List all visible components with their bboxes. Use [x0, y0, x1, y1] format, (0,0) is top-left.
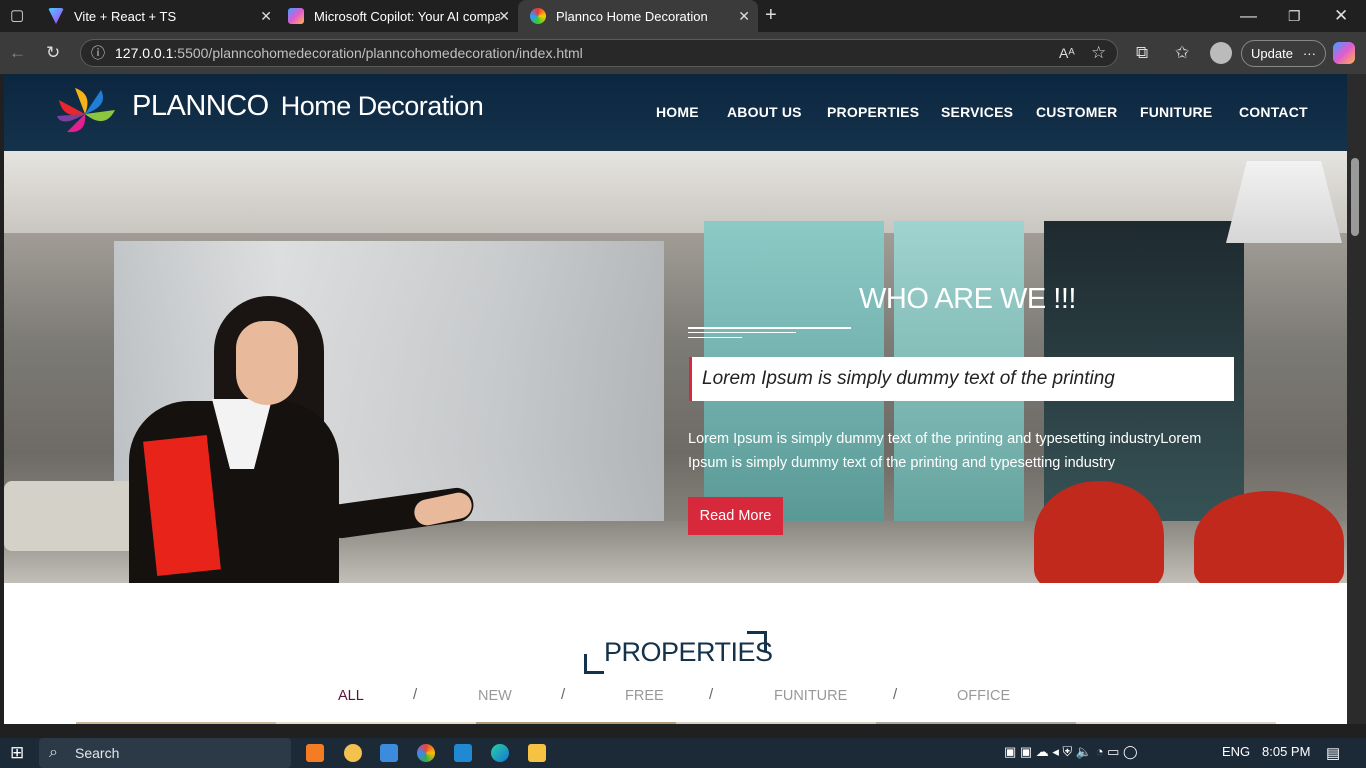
minimize-icon[interactable]: — [1240, 6, 1257, 26]
hero-description: Lorem Ipsum is simply dummy text of the … [688, 431, 1202, 471]
tab-title: Microsoft Copilot: Your AI compa [314, 8, 500, 24]
plannco-logo-icon [57, 88, 115, 133]
tab-copilot[interactable]: Microsoft Copilot: Your AI compa ✕ [276, 0, 518, 32]
vite-icon [48, 8, 64, 24]
extensions-icon[interactable]: ⧉ [1136, 43, 1148, 63]
app-icon[interactable] [344, 744, 362, 762]
close-tab-icon[interactable]: ✕ [498, 8, 510, 25]
filter-separator: / [709, 686, 714, 703]
filter-separator: / [413, 686, 418, 703]
nav-customer[interactable]: CUSTOMER [1036, 104, 1117, 120]
url-host: 127.0.0.1 [115, 45, 174, 61]
notifications-icon[interactable]: ▤ [1326, 744, 1340, 762]
close-window-icon[interactable]: ✕ [1334, 6, 1348, 26]
window-menu-icon[interactable]: ▢ [10, 6, 24, 26]
profile-avatar[interactable] [1210, 42, 1232, 64]
page-gap [0, 724, 1366, 738]
site-info-icon[interactable]: ⓘ [91, 43, 105, 63]
vscode-icon[interactable] [454, 744, 472, 762]
taskbar-search[interactable]: ⌕ Search [39, 738, 291, 768]
url-field[interactable]: ⓘ 127.0.0.1:5500/planncohomedecoration/p… [80, 39, 1118, 67]
new-tab-icon[interactable]: + [765, 5, 777, 25]
xampp-icon[interactable] [306, 744, 324, 762]
hero-woman-face [236, 321, 298, 405]
filter-separator: / [893, 686, 898, 703]
url-path: :5500/planncohomedecoration/planncohomed… [173, 45, 583, 61]
filter-separator: / [561, 686, 566, 703]
copilot-icon [288, 8, 304, 24]
properties-title: PROPERTIES [604, 637, 773, 667]
more-icon: ··· [1302, 46, 1316, 61]
brand-name[interactable]: PLANNCO Home Decoration [132, 90, 484, 123]
read-more-button[interactable]: Read More [688, 497, 783, 535]
language-indicator[interactable]: ENG [1222, 744, 1250, 759]
edge-icon[interactable] [491, 744, 509, 762]
properties-bracket-left [584, 654, 604, 674]
site-header: PLANNCO Home Decoration HOME ABOUT US PRO… [4, 74, 1347, 151]
nav-services[interactable]: SERVICES [941, 104, 1013, 120]
nav-about-us[interactable]: ABOUT US [727, 104, 802, 120]
tab-vite[interactable]: Vite + React + TS ✕ [36, 0, 280, 32]
nav-contact[interactable]: CONTACT [1239, 104, 1308, 120]
windows-start-icon[interactable]: ⊞ [10, 743, 24, 763]
clock[interactable]: 8:05 PM [1262, 744, 1310, 759]
filter-all[interactable]: ALL [338, 688, 364, 704]
search-icon: ⌕ [49, 744, 58, 761]
favorite-star-icon[interactable]: ☆ [1091, 43, 1106, 63]
hero-quote: Lorem Ipsum is simply dummy text of the … [689, 357, 1234, 401]
update-label: Update [1251, 46, 1293, 61]
favorites-icon[interactable]: ✩ [1175, 43, 1189, 63]
filter-free[interactable]: FREE [625, 688, 664, 704]
chrome-icon[interactable] [417, 744, 435, 762]
close-tab-icon[interactable]: ✕ [738, 8, 750, 25]
hero-divider [688, 327, 851, 329]
restore-icon[interactable]: ❐ [1288, 6, 1301, 26]
hero-divider [688, 337, 742, 338]
tray-icons[interactable]: ▣ ▣ ☁ ◂ ⛨ 🔈 ◔ ▭ ◯ [1004, 744, 1138, 760]
filter-funiture[interactable]: FUNITURE [774, 688, 847, 704]
address-bar-row: ← ↻ ⓘ 127.0.0.1:5500/planncohomedecorati… [0, 32, 1366, 74]
hero-red-chair [1194, 491, 1344, 583]
tab-title: Plannco Home Decoration [556, 8, 708, 24]
browser-tab-bar: ▢ Vite + React + TS ✕ Microsoft Copilot:… [0, 0, 1366, 32]
tab-plannco[interactable]: Plannco Home Decoration ✕ [518, 0, 758, 32]
update-button[interactable]: Update ··· [1241, 40, 1326, 67]
filter-new[interactable]: NEW [478, 688, 512, 704]
hero-divider [688, 332, 796, 333]
nav-properties[interactable]: PROPERTIES [827, 104, 919, 120]
back-icon[interactable]: ← [9, 43, 26, 63]
file-explorer-icon[interactable] [528, 744, 546, 762]
brand-main: PLANNCO [132, 90, 269, 122]
remote-desktop-icon[interactable] [380, 744, 398, 762]
hero-red-chair [1034, 481, 1164, 583]
tab-title: Vite + React + TS [74, 8, 177, 24]
plannco-favicon [530, 8, 546, 24]
hero-banner: WHO ARE WE !!! Lorem Ipsum is simply dum… [4, 151, 1347, 583]
nav-home[interactable]: HOME [656, 104, 699, 120]
nav-funiture[interactable]: FUNITURE [1140, 104, 1212, 120]
refresh-icon[interactable]: ↻ [46, 43, 60, 63]
brand-sub: Home Decoration [280, 91, 484, 121]
search-label: Search [75, 745, 120, 761]
windows-taskbar: ⊞ ⌕ Search ▣ ▣ ☁ ◂ ⛨ 🔈 ◔ ▭ ◯ ENG 8:05 PM… [0, 738, 1366, 768]
copilot-icon[interactable] [1333, 42, 1355, 64]
scrollbar-thumb[interactable] [1351, 158, 1359, 236]
filter-office[interactable]: OFFICE [957, 688, 1010, 704]
hero-heading: WHO ARE WE !!! [859, 283, 1076, 315]
close-tab-icon[interactable]: ✕ [260, 8, 272, 25]
web-page: PLANNCO Home Decoration HOME ABOUT US PRO… [4, 74, 1347, 724]
page-scrollbar[interactable] [1347, 74, 1366, 724]
read-aloud-icon[interactable]: Aᴬ [1059, 43, 1075, 63]
